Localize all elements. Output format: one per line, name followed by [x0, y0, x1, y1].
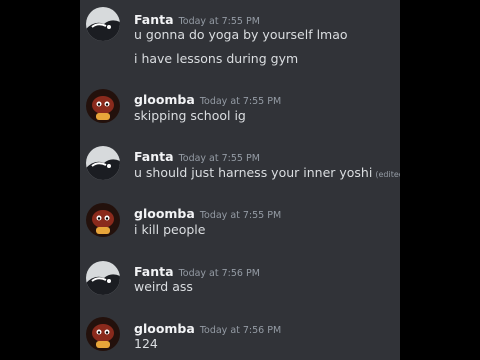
message-header: Fanta Today at 7:55 PM	[134, 9, 260, 28]
edited-label: (edited)	[375, 170, 400, 179]
chat-message-list: Fanta Today at 7:55 PM u gonna do yoga by…	[80, 0, 400, 360]
message-header: gloomba Today at 7:55 PM	[134, 203, 281, 222]
username[interactable]: Fanta	[134, 12, 174, 27]
timestamp[interactable]: Today at 7:55 PM	[200, 210, 281, 221]
timestamp[interactable]: Today at 7:55 PM	[200, 96, 281, 107]
message-header: gloomba Today at 7:55 PM	[134, 89, 281, 108]
message-text: 124	[134, 336, 158, 351]
message-text-content: u should just harness your inner yoshi	[134, 165, 373, 180]
orca-avatar-icon	[86, 146, 120, 180]
orca-avatar-icon	[86, 261, 120, 295]
username[interactable]: gloomba	[134, 321, 195, 336]
fanta-avatar[interactable]	[86, 261, 120, 295]
gloomba-avatar[interactable]	[86, 203, 120, 237]
message-header: Fanta Today at 7:56 PM	[134, 261, 260, 280]
goomba-avatar-icon	[86, 317, 120, 351]
goomba-avatar-icon	[86, 89, 120, 123]
goomba-avatar-icon	[86, 203, 120, 237]
username[interactable]: gloomba	[134, 92, 195, 107]
timestamp[interactable]: Today at 7:55 PM	[179, 16, 260, 27]
fanta-avatar[interactable]	[86, 7, 120, 41]
username[interactable]: Fanta	[134, 264, 174, 279]
message-text: skipping school ig	[134, 108, 246, 123]
timestamp[interactable]: Today at 7:55 PM	[179, 153, 260, 164]
message-text: i kill people	[134, 222, 206, 237]
message-text: weird ass	[134, 279, 193, 294]
message-text: u should just harness your inner yoshi (e…	[134, 165, 400, 180]
message-text: i have lessons during gym	[134, 51, 299, 66]
message-text: u gonna do yoga by yourself lmao	[134, 27, 348, 42]
message-header: gloomba Today at 7:56 PM	[134, 318, 281, 337]
username[interactable]: gloomba	[134, 206, 195, 221]
message-header: Fanta Today at 7:55 PM	[134, 146, 260, 165]
username[interactable]: Fanta	[134, 149, 174, 164]
fanta-avatar[interactable]	[86, 146, 120, 180]
gloomba-avatar[interactable]	[86, 89, 120, 123]
timestamp[interactable]: Today at 7:56 PM	[179, 268, 260, 279]
orca-avatar-icon	[86, 7, 120, 41]
timestamp[interactable]: Today at 7:56 PM	[200, 325, 281, 336]
gloomba-avatar[interactable]	[86, 317, 120, 351]
